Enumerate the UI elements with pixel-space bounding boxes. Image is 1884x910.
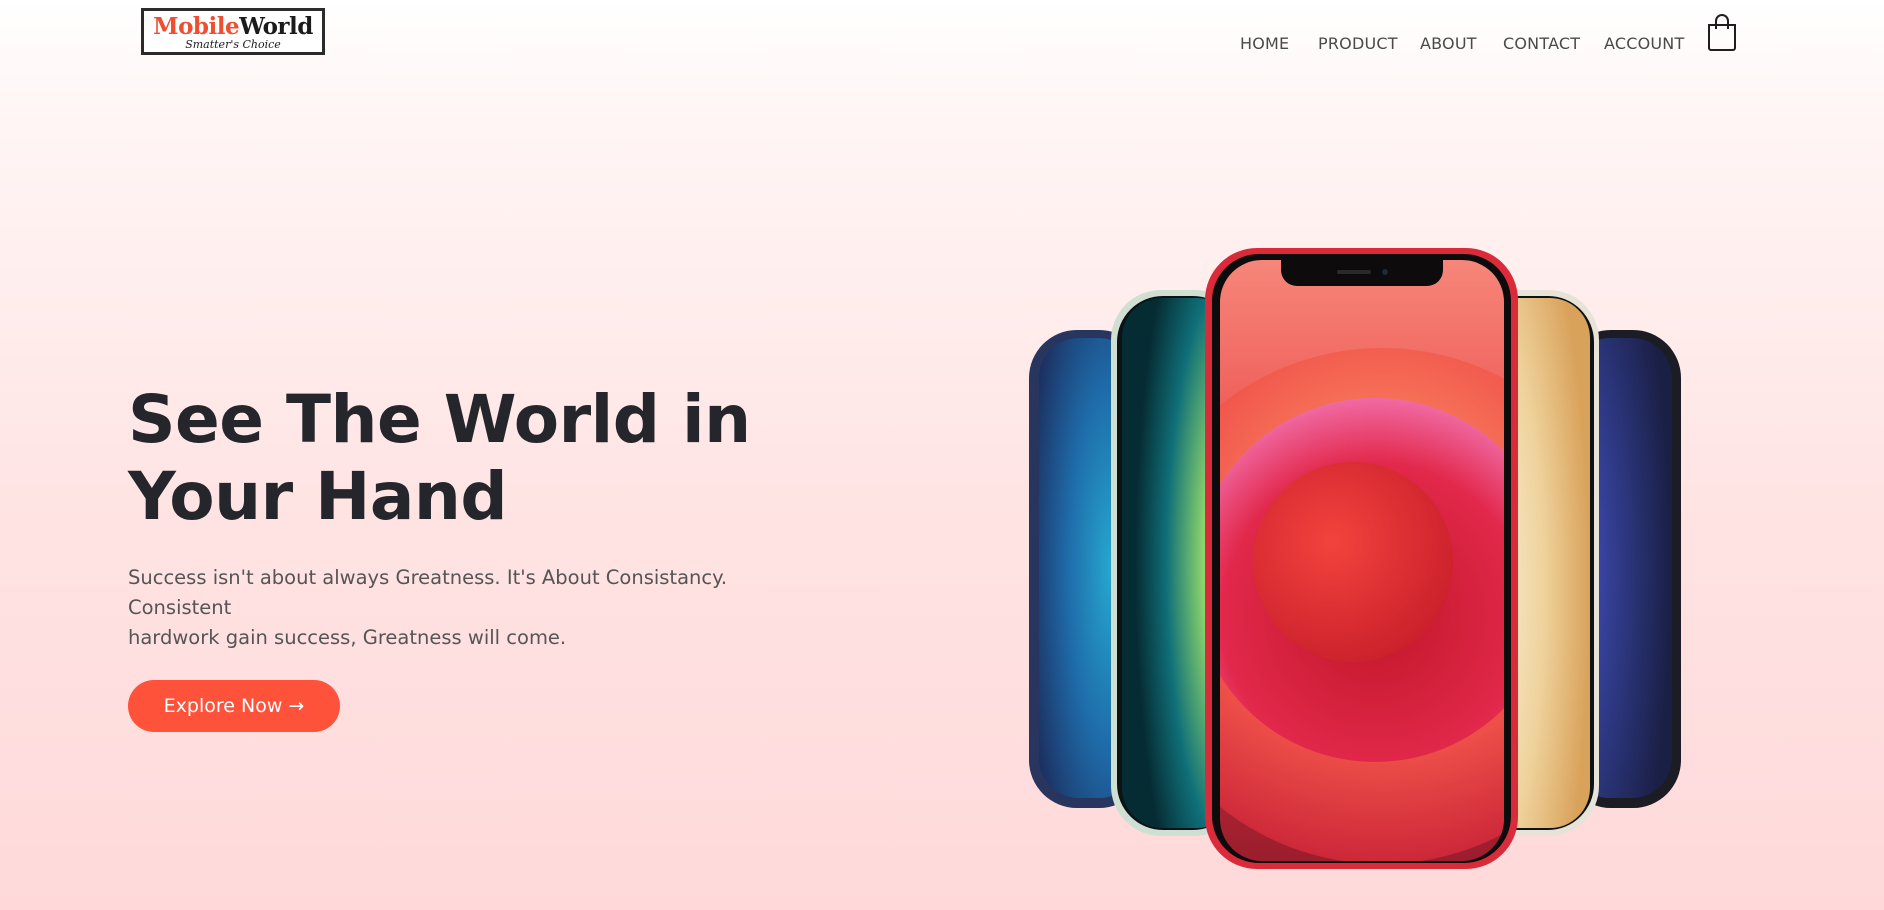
- hero-subtitle-line1: Success isn't about always Greatness. It…: [128, 566, 728, 619]
- page: MobileWorld Smatter's Choice HOME PRODUC…: [0, 0, 1884, 910]
- hero-title: See The World in Your Hand: [128, 381, 848, 535]
- brand-name-part2: World: [239, 13, 313, 40]
- brand-name: MobileWorld: [144, 15, 322, 39]
- nav-account[interactable]: ACCOUNT: [1604, 34, 1684, 53]
- brand-logo[interactable]: MobileWorld Smatter's Choice: [141, 8, 325, 55]
- smartphones-image: [1015, 248, 1695, 873]
- hero-title-line2: Your Hand: [128, 458, 508, 535]
- nav-contact[interactable]: CONTACT: [1503, 34, 1580, 53]
- brand-name-part1: Mobile: [153, 13, 240, 40]
- nav-about[interactable]: ABOUT: [1420, 34, 1477, 53]
- explore-now-button[interactable]: Explore Now →: [128, 680, 340, 732]
- hero-title-line1: See The World in: [128, 381, 751, 458]
- hero-subtitle: Success isn't about always Greatness. It…: [128, 563, 788, 653]
- shopping-bag-icon[interactable]: [1707, 13, 1737, 51]
- nav-product[interactable]: PRODUCT: [1318, 34, 1398, 53]
- nav-home[interactable]: HOME: [1240, 34, 1289, 53]
- brand-tagline: Smatter's Choice: [185, 38, 281, 51]
- hero-subtitle-line2: hardwork gain success, Greatness will co…: [128, 626, 567, 649]
